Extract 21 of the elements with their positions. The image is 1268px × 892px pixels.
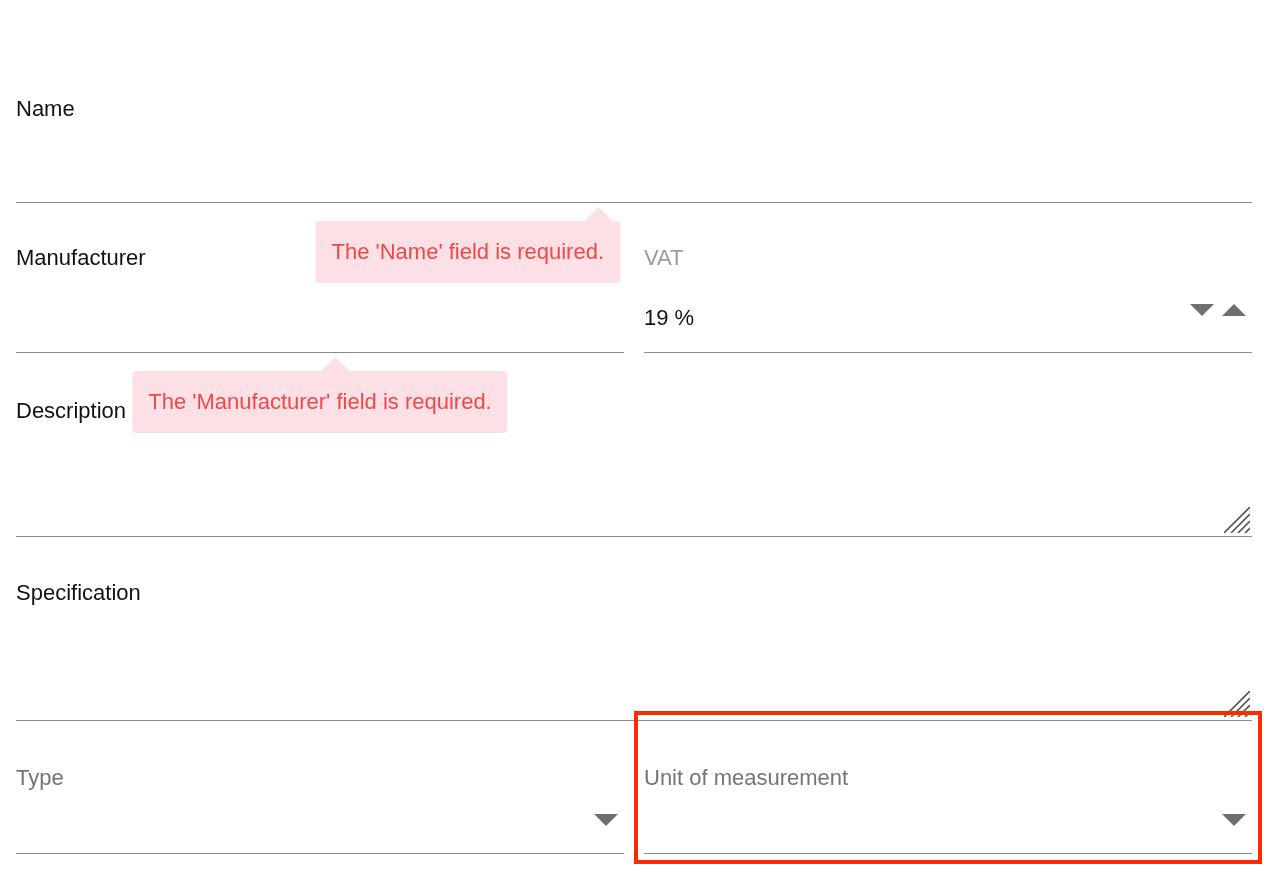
field-label: Unit of measurement: [644, 765, 849, 791]
field-value: 19 %: [644, 305, 695, 331]
input-field[interactable]: Name: [16, 90, 1252, 203]
field-label: Type: [16, 765, 64, 791]
resize-grip-icon[interactable]: [1224, 691, 1250, 717]
field-label: Specification: [16, 580, 141, 606]
resize-grip-icon[interactable]: [1224, 507, 1250, 533]
dropdown-field[interactable]: Type: [16, 721, 624, 854]
field-label: Name: [16, 96, 75, 122]
caret-down-icon[interactable]: [1222, 814, 1246, 826]
dropdown-field[interactable]: Unit of measurement: [644, 721, 1252, 854]
caret-down-icon[interactable]: [594, 814, 618, 826]
caret-up-icon[interactable]: [1222, 304, 1246, 316]
field-label: Manufacturer: [16, 245, 146, 271]
text-area[interactable]: Specification: [16, 537, 1252, 721]
caret-down-icon[interactable]: [1190, 304, 1214, 316]
error-tooltip: The 'Name' field is required.: [315, 207, 620, 283]
field-label: Description: [16, 398, 127, 424]
input-field[interactable]: VAT 19 %: [644, 203, 1252, 353]
error-tooltip: The 'Manufacturer' field is required.: [132, 357, 508, 433]
field-label: VAT: [644, 245, 684, 271]
